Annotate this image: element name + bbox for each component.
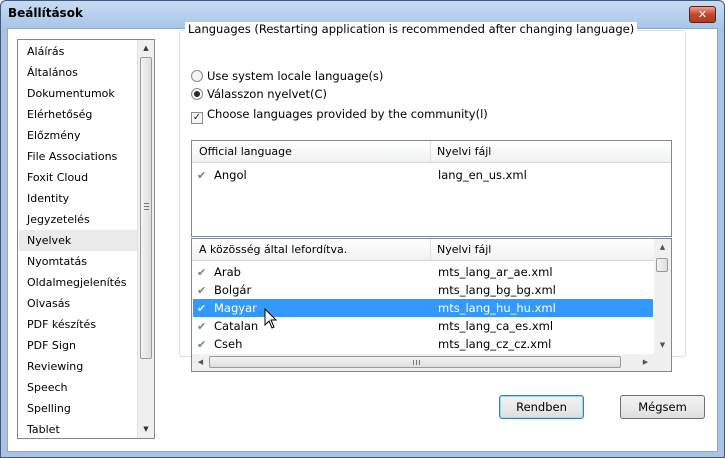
language-file-cell: mts_lang_hu_hu.xml (438, 301, 556, 315)
grip-line (419, 360, 420, 365)
sidebar-item[interactable]: Spelling (19, 398, 137, 419)
scroll-down-arrow-icon[interactable]: ▼ (138, 421, 154, 438)
grip-line (416, 360, 417, 365)
sidebar-item[interactable]: Speech (19, 377, 137, 398)
grip-line (413, 360, 414, 365)
close-button[interactable]: ✕ (689, 6, 716, 23)
scroll-up-arrow-icon[interactable]: ▲ (654, 239, 671, 256)
scrollbar-thumb[interactable] (209, 356, 621, 368)
sidebar-item[interactable]: PDF Sign (19, 335, 137, 356)
sidebar-item[interactable]: Dokumentumok (19, 83, 137, 104)
sidebar-item[interactable]: Tablet (19, 419, 137, 438)
category-list-scrollbar[interactable]: ▲ ▼ (137, 40, 154, 438)
sidebar-item[interactable]: PDF készítés (19, 314, 137, 335)
checkmark-icon: ✔ (197, 338, 207, 351)
column-separator[interactable] (430, 239, 431, 261)
official-language-header[interactable]: Official language (199, 141, 292, 163)
checkmark-icon: ✔ (197, 284, 207, 297)
window-title: Beállítások (8, 6, 83, 20)
language-row[interactable]: ✔ Catalan mts_lang_ca_es.xml (193, 317, 653, 335)
community-list-header: A közösség által lefordítva. Nyelvi fájl (192, 239, 671, 261)
language-file-cell: mts_lang_ar_ae.xml (438, 265, 553, 279)
official-file-header[interactable]: Nyelvi fájl (437, 141, 491, 163)
checkbox-checked-icon: ✓ (191, 112, 203, 124)
sidebar-item[interactable]: Nyelvek (19, 230, 137, 251)
community-list-hscrollbar[interactable]: ◀ ▶ (192, 354, 654, 371)
sidebar-item[interactable]: Identity (19, 188, 137, 209)
language-name-cell: ✔ Bolgár (197, 281, 251, 300)
sidebar-item[interactable]: Reviewing (19, 356, 137, 377)
grip-line (144, 209, 149, 210)
scroll-up-arrow-icon[interactable]: ▲ (138, 40, 154, 57)
radio-on-icon (191, 88, 203, 100)
community-list-vscrollbar[interactable]: ▲ ▼ (654, 239, 671, 354)
language-name: Bolgár (214, 283, 252, 297)
language-name-cell: ✔ Angol (197, 166, 247, 185)
checkmark-icon: ✔ (197, 266, 207, 279)
close-icon: ✕ (697, 8, 708, 21)
sidebar-item[interactable]: Olvasás (19, 293, 137, 314)
sidebar-item[interactable]: File Associations (19, 146, 137, 167)
category-list[interactable]: Aláírás Általános Dokumentumok Elérhetőség E… (17, 39, 155, 439)
language-row[interactable]: ✔ Magyar mts_lang_hu_hu.xml (193, 299, 653, 317)
sidebar-item[interactable]: Előzmény (19, 125, 137, 146)
sidebar-item[interactable]: Oldalmegjelenítés (19, 272, 137, 293)
language-name: Magyar (214, 301, 257, 315)
ok-button[interactable]: Rendben (499, 395, 584, 419)
language-name-cell: ✔ Magyar (197, 299, 257, 318)
language-file-cell: lang_en_us.xml (438, 168, 527, 182)
community-languages-checkbox[interactable]: ✓ Choose languages provided by the commun… (191, 106, 488, 124)
mouse-pointer-icon (264, 308, 278, 329)
language-row[interactable]: ✔ Arab mts_lang_ar_ae.xml (193, 263, 653, 281)
language-name: Arab (214, 265, 241, 279)
cancel-button[interactable]: Mégsem (620, 395, 705, 419)
community-file-header[interactable]: Nyelvi fájl (437, 239, 491, 261)
grip-line (144, 206, 149, 207)
system-locale-label: Use system locale language(s) (207, 69, 384, 83)
language-name-cell: ✔ Cseh (197, 335, 242, 354)
community-language-list[interactable]: A közösség által lefordítva. Nyelvi fájl… (191, 238, 672, 372)
checkmark-icon: ✔ (197, 169, 207, 182)
scroll-down-arrow-icon[interactable]: ▼ (654, 337, 671, 354)
choose-language-radio[interactable]: Válasszon nyelvet(C) (191, 86, 327, 102)
sidebar-item[interactable]: Nyomtatás (19, 251, 137, 272)
community-languages-label: Choose languages provided by the communi… (207, 107, 488, 121)
languages-group-title: Languages (Restarting application is rec… (185, 22, 638, 36)
language-file-cell: mts_lang_ca_es.xml (438, 319, 554, 333)
sidebar-item[interactable]: Elérhetőség (19, 104, 137, 125)
scroll-left-arrow-icon[interactable]: ◀ (192, 354, 209, 371)
sidebar-item[interactable]: Aláírás (19, 41, 137, 62)
official-list-header: Official language Nyelvi fájl (192, 141, 671, 163)
language-name-cell: ✔ Arab (197, 263, 241, 282)
checkmark-icon: ✔ (197, 302, 207, 315)
official-language-list[interactable]: Official language Nyelvi fájl ✔ Angol lang… (191, 140, 672, 237)
community-language-header[interactable]: A közösség által lefordítva. (199, 239, 347, 261)
language-row[interactable]: ✔ Cseh mts_lang_cz_cz.xml (193, 335, 653, 353)
choose-language-label: Válasszon nyelvet(C) (207, 87, 328, 101)
language-row[interactable]: ✔ Angol lang_en_us.xml (193, 166, 653, 184)
system-locale-radio[interactable]: Use system locale language(s) (191, 68, 383, 84)
language-name-cell: ✔ Catalan (197, 317, 258, 336)
radio-off-icon (191, 70, 203, 82)
column-separator[interactable] (430, 141, 431, 163)
language-name: Cseh (214, 337, 243, 351)
scrollbar-corner (654, 354, 671, 371)
language-file-cell: mts_lang_cz_cz.xml (438, 337, 552, 351)
sidebar-item[interactable]: Foxit Cloud (19, 167, 137, 188)
language-file-cell: mts_lang_bg_bg.xml (438, 283, 556, 297)
sidebar-item[interactable]: Általános (19, 62, 137, 83)
sidebar-item[interactable]: Jegyzetelés (19, 209, 137, 230)
scrollbar-thumb[interactable] (140, 57, 152, 359)
language-row[interactable]: ✔ Bolgár mts_lang_bg_bg.xml (193, 281, 653, 299)
checkmark-icon: ✔ (197, 320, 207, 333)
grip-line (144, 203, 149, 204)
language-name: Catalan (214, 319, 259, 333)
language-name: Angol (214, 168, 247, 182)
scroll-right-arrow-icon[interactable]: ▶ (637, 354, 654, 371)
scrollbar-thumb[interactable] (656, 258, 668, 272)
